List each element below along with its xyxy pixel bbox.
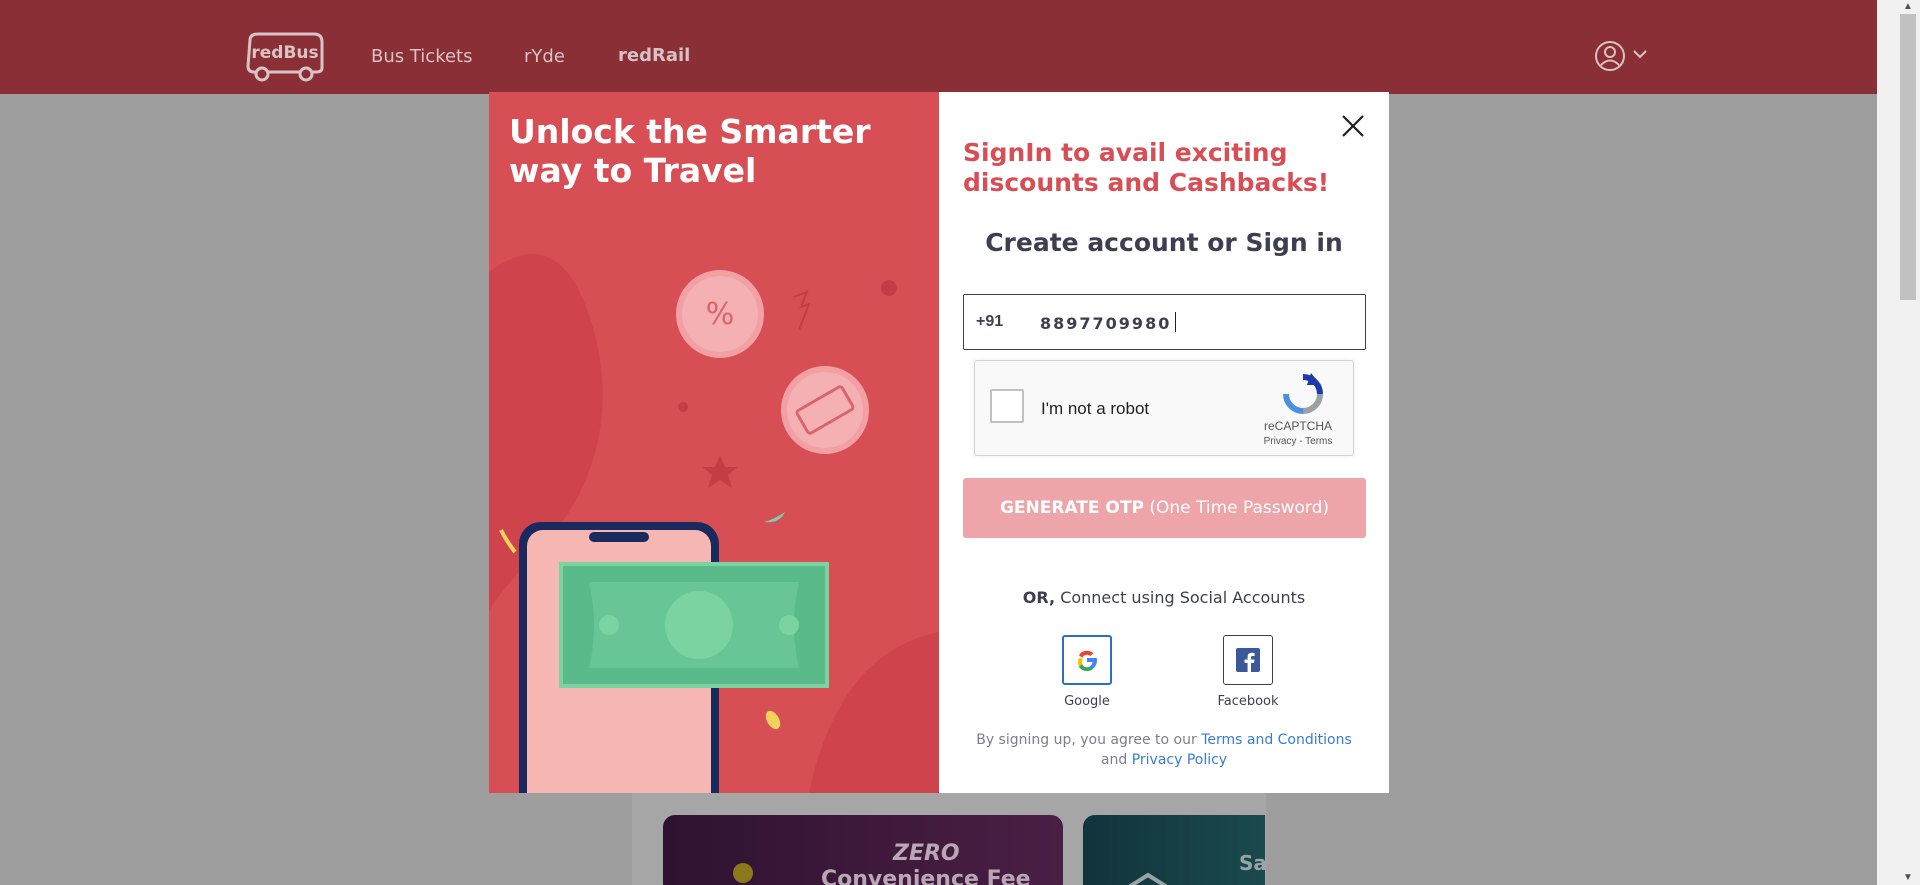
recaptcha-privacy-terms[interactable]: Privacy - Terms — [1243, 436, 1353, 447]
promo-save-text: Sav — [1239, 851, 1265, 875]
generate-otp-button[interactable]: GENERATE OTP (One Time Password) — [963, 478, 1366, 538]
terms-and: and — [1100, 752, 1128, 768]
promo-convenience-text: Convenience Fee — [821, 867, 1031, 885]
nav-redrail[interactable]: redRail — [618, 45, 690, 66]
recaptcha-brand: reCAPTCHA — [1263, 419, 1332, 433]
create-account-heading: Create account or Sign in — [985, 228, 1343, 257]
promo-card-save[interactable]: Sav — [1083, 815, 1265, 885]
modal-promo-panel: % Unlock the Smarter way to Travel — [489, 92, 939, 793]
connect-social-label: Connect using Social Accounts — [1060, 588, 1306, 607]
facebook-icon — [1236, 648, 1260, 672]
recaptcha-logo-icon — [1283, 373, 1323, 414]
social-connect-text: OR, Connect using Social Accounts — [939, 588, 1389, 607]
otp-button-sublabel: (One Time Password) — [1149, 498, 1330, 518]
banknote-icon — [559, 562, 829, 688]
country-code[interactable]: +91 — [976, 313, 1003, 331]
text-caret — [1175, 312, 1176, 332]
or-label: OR, — [1022, 588, 1056, 607]
top-header: redBus Bus Tickets rYde redRail — [0, 0, 1877, 94]
terms-notice: By signing up, you agree to our Terms an… — [939, 730, 1389, 770]
terms-and-conditions-link[interactable]: Terms and Conditions — [1201, 732, 1352, 748]
signin-promo-heading: SignIn to avail exciting discounts and C… — [963, 138, 1330, 197]
nav-bus-tickets[interactable]: Bus Tickets — [371, 46, 473, 67]
facebook-label: Facebook — [1217, 694, 1279, 709]
chevron-down-icon — [1633, 50, 1647, 59]
otp-button-label: GENERATE OTP — [999, 498, 1144, 518]
recaptcha-label: I'm not a robot — [1041, 399, 1150, 418]
cashback-illustration: % — [489, 254, 939, 793]
promo-card-zero-fee[interactable]: ZERO Convenience Fee — [663, 815, 1063, 885]
phone-number-field[interactable]: +91 — [963, 294, 1366, 350]
signin-modal: % Unlock the Smarter way to Travel SignI… — [489, 92, 1389, 793]
scroll-up-arrow-icon[interactable]: ▲ — [1900, 0, 1916, 14]
google-label: Google — [1064, 694, 1110, 709]
nav-ryde[interactable]: rYde — [524, 46, 565, 67]
recaptcha-checkbox[interactable] — [990, 389, 1024, 423]
star-icon — [702, 455, 738, 488]
modal-promo-title: Unlock the Smarter way to Travel — [509, 112, 871, 190]
redbus-logo[interactable]: redBus — [244, 30, 326, 82]
wallet-icon — [1128, 872, 1168, 885]
ticket-badge-icon — [781, 366, 869, 454]
promo-zero-text: ZERO — [893, 841, 960, 866]
terms-prefix: By signing up, you agree to our — [976, 732, 1197, 748]
google-signin-button[interactable] — [1062, 635, 1112, 685]
profile-menu[interactable] — [1594, 40, 1656, 72]
coin-icon — [733, 863, 753, 883]
scrollbar-thumb[interactable] — [1900, 14, 1916, 300]
google-icon — [1078, 650, 1097, 671]
svg-text:redBus: redBus — [251, 43, 318, 63]
signin-form-panel: SignIn to avail exciting discounts and C… — [939, 92, 1389, 793]
percent-badge-icon: % — [676, 270, 764, 358]
scroll-down-arrow-icon[interactable]: ▼ — [1900, 871, 1916, 885]
facebook-signin-button[interactable] — [1223, 635, 1273, 685]
privacy-policy-link[interactable]: Privacy Policy — [1132, 752, 1227, 768]
user-icon — [1595, 41, 1625, 71]
recaptcha-widget: I'm not a robot reCAPTCHA Privacy - Term… — [974, 360, 1354, 456]
phone-number-input[interactable] — [1040, 309, 1340, 337]
close-icon[interactable] — [1339, 112, 1367, 140]
svg-text:%: % — [706, 297, 735, 332]
